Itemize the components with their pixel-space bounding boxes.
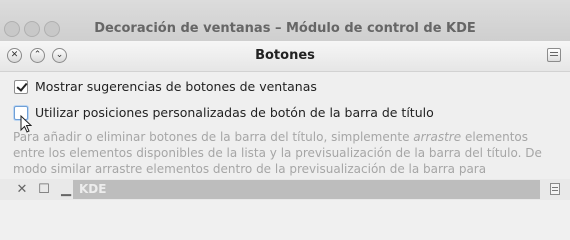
buttons-dialog: ✕ ⌃ ⌄ Botones Mostrar sugerencias de bot… bbox=[0, 41, 570, 200]
instructions-text-before: Para añadir o eliminar botones de la bar… bbox=[13, 130, 414, 144]
dialog-titlebar: ✕ ⌃ ⌄ Botones bbox=[0, 41, 570, 72]
preview-minimize-icon[interactable]: ▁ bbox=[60, 182, 72, 197]
preview-buttons: ✕ ☐ ▁ bbox=[16, 182, 72, 197]
preview-title-bar[interactable]: KDE bbox=[73, 180, 540, 199]
preview-maximize-icon[interactable]: ☐ bbox=[38, 182, 50, 197]
show-tooltips-checkbox[interactable] bbox=[14, 79, 28, 94]
custom-positions-label: Utilizar posiciones personalizadas de bo… bbox=[35, 105, 434, 120]
background-window-title: Decoración de ventanas – Módulo de contr… bbox=[94, 21, 476, 36]
titlebar-preview[interactable]: ✕ ☐ ▁ KDE bbox=[0, 179, 570, 200]
preview-menu-icon[interactable] bbox=[550, 183, 560, 195]
custom-positions-option[interactable]: Utilizar posiciones personalizadas de bo… bbox=[14, 105, 434, 120]
window-menu-icon[interactable] bbox=[547, 48, 561, 62]
preview-title: KDE bbox=[79, 182, 107, 196]
show-tooltips-label: Mostrar sugerencias de botones de ventan… bbox=[35, 79, 317, 94]
instructions-text-emphasis: arrastre bbox=[413, 130, 462, 144]
preview-close-icon[interactable]: ✕ bbox=[16, 182, 28, 197]
background-window-titlebar: Decoración de ventanas – Módulo de contr… bbox=[0, 0, 570, 42]
dialog-title: Botones bbox=[255, 48, 315, 63]
show-tooltips-option[interactable]: Mostrar sugerencias de botones de ventan… bbox=[14, 79, 317, 94]
